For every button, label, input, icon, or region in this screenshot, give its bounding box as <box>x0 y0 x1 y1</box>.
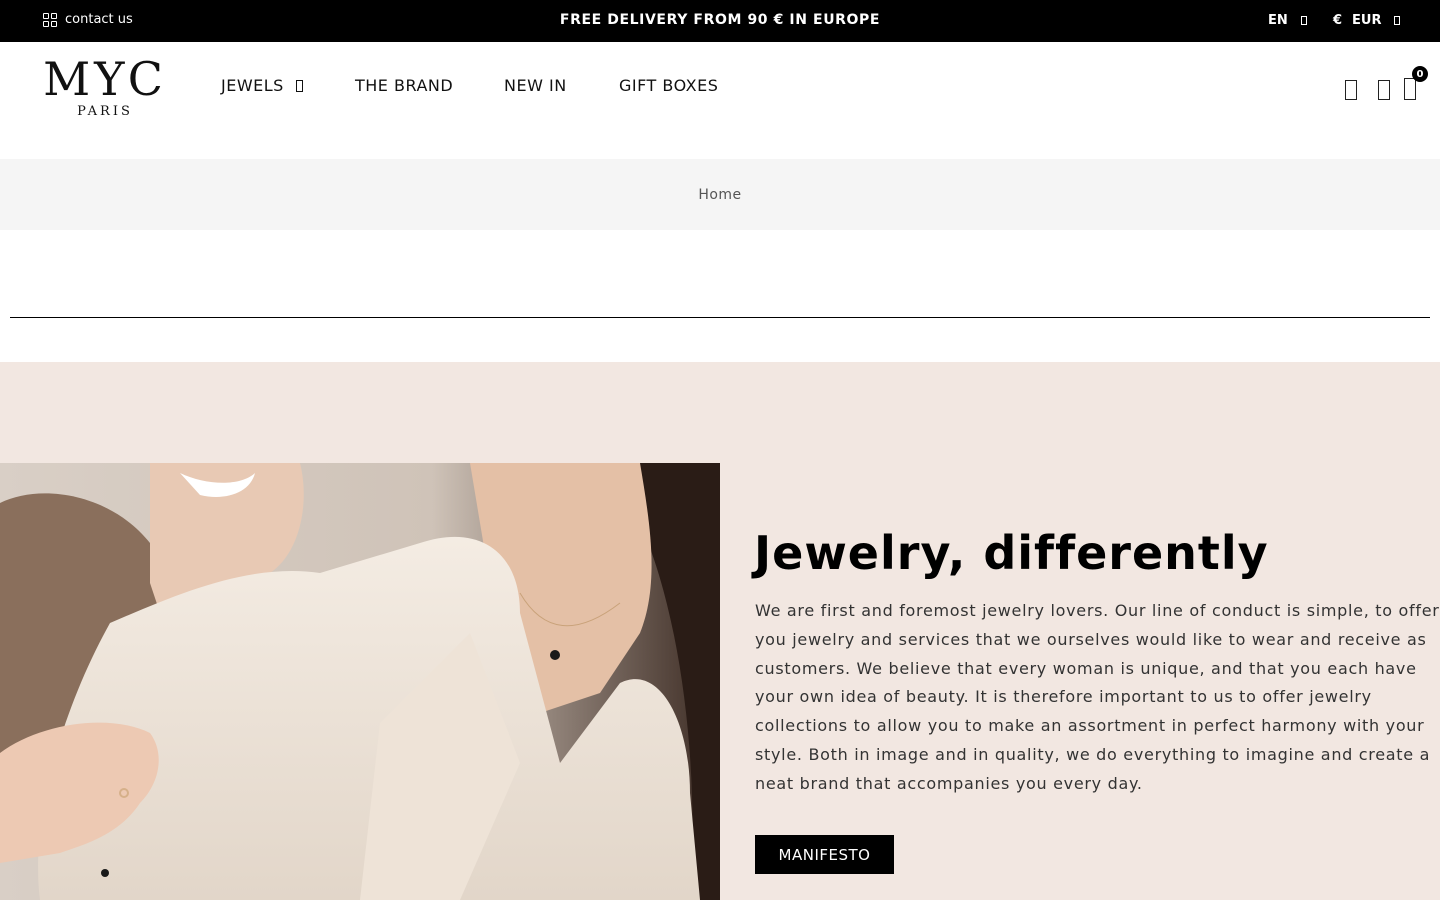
logo-city: PARIS <box>77 104 133 119</box>
search-icon[interactable] <box>1345 80 1357 100</box>
logo-brand: MYC <box>43 52 167 106</box>
top-bar: contact us FREE DELIVERY FROM 90 € IN EU… <box>0 0 1440 42</box>
nav-item-label: JEWELS <box>221 76 284 95</box>
hero-title: Jewelry, differently <box>754 526 1269 580</box>
bag-icon[interactable] <box>1404 78 1416 100</box>
chevron-down-icon <box>1300 16 1307 25</box>
currency-symbol: € <box>1333 13 1343 28</box>
hero-section: Jewelry, differently We are first and fo… <box>0 362 1440 900</box>
nav-item-gift-boxes[interactable]: GIFT BOXES <box>619 76 718 95</box>
nav-item-new-in[interactable]: NEW IN <box>504 76 567 95</box>
manifesto-button[interactable]: MANIFESTO <box>755 835 894 874</box>
breadcrumb-home-link[interactable]: Home <box>698 187 741 203</box>
hero-description: We are first and foremost jewelry lovers… <box>755 601 1440 793</box>
language-label: EN <box>1268 13 1288 28</box>
nav-item-jewels[interactable]: JEWELS <box>221 76 303 95</box>
nav-item-label: THE BRAND <box>355 76 454 95</box>
breadcrumb: Home <box>0 159 1440 230</box>
nav-item-the-brand[interactable]: THE BRAND <box>355 76 453 95</box>
currency-selector[interactable]: € EUR <box>1333 13 1400 28</box>
currency-label: EUR <box>1352 13 1382 28</box>
hero-image <box>0 463 720 900</box>
site-header: MYC PARIS JEWELS THE BRAND NEW IN GIFT B… <box>0 42 1440 159</box>
divider <box>10 317 1430 318</box>
cart-count-badge: 0 <box>1412 66 1428 82</box>
header-icons: 0 <box>1340 66 1430 110</box>
chevron-down-icon <box>1393 16 1400 25</box>
logo[interactable]: MYC PARIS <box>40 56 170 119</box>
user-icon[interactable] <box>1378 80 1390 100</box>
nav-item-label: NEW IN <box>504 76 567 95</box>
free-delivery-banner: FREE DELIVERY FROM 90 € IN EUROPE <box>559 12 881 28</box>
hero-photo-illustration <box>0 463 720 900</box>
chevron-down-icon <box>295 79 303 92</box>
language-selector[interactable]: EN <box>1268 13 1307 28</box>
nav-item-label: GIFT BOXES <box>619 76 719 95</box>
